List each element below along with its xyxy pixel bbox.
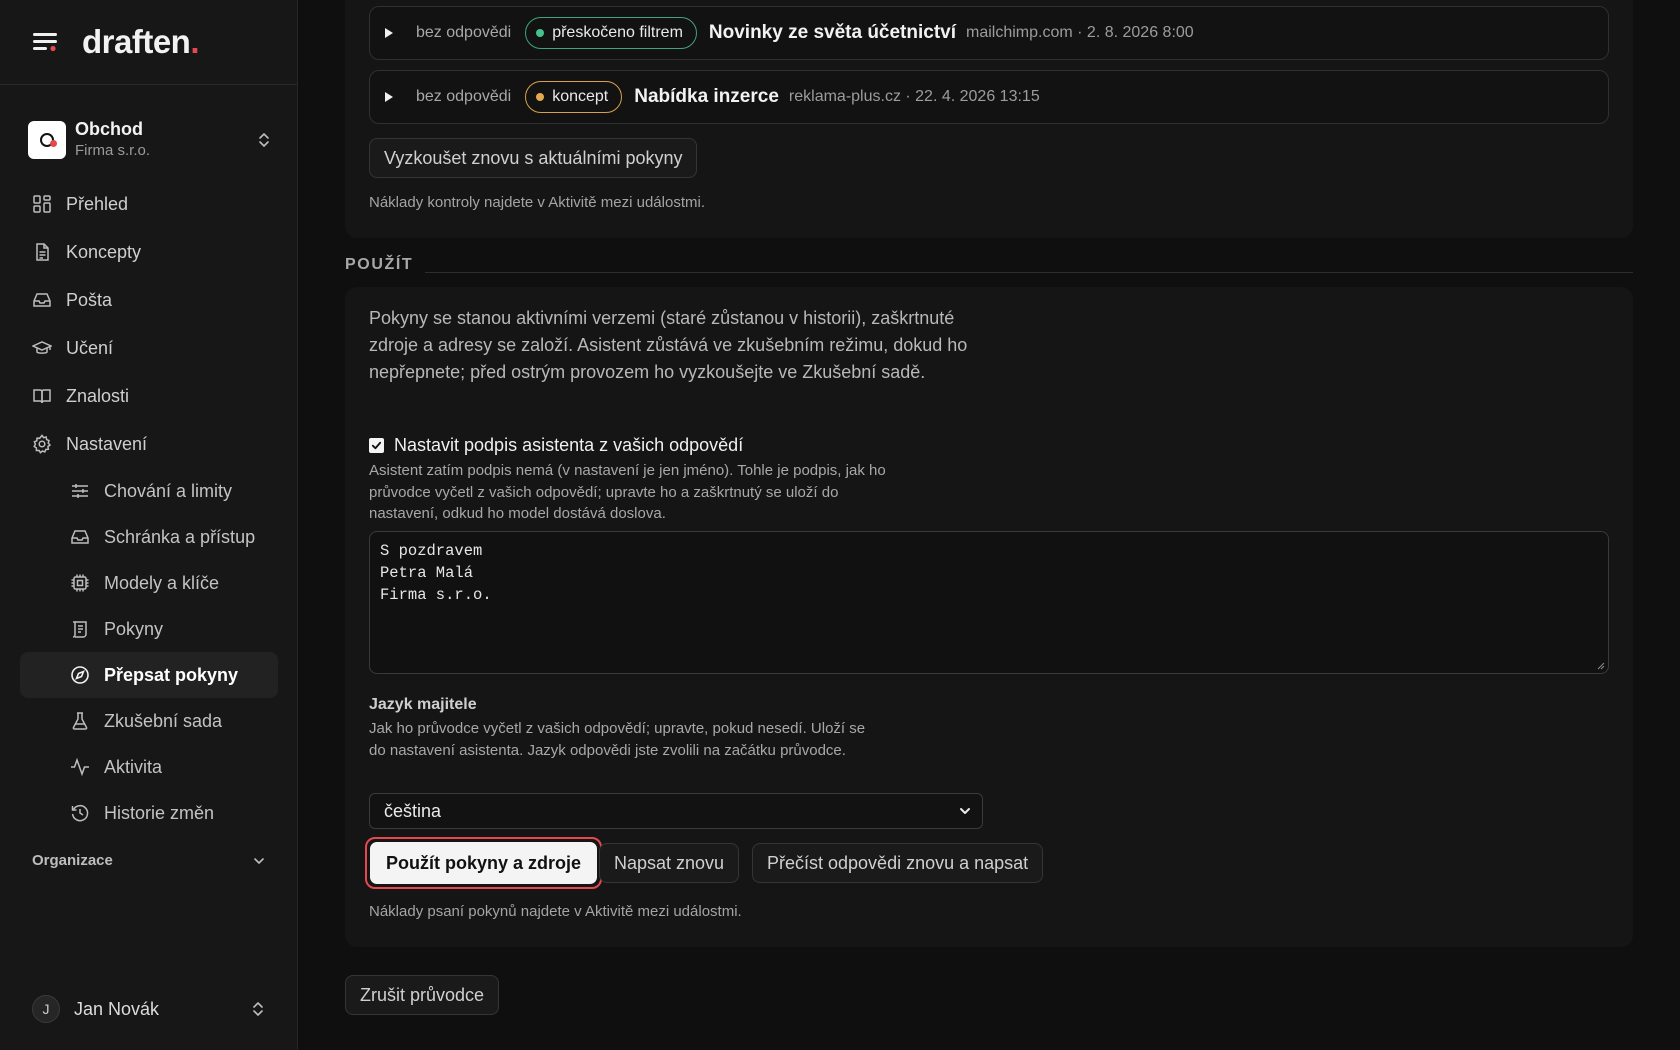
user-name: Jan Novák [74,998,160,1019]
section-divider [425,272,1633,273]
language-help: Jak ho průvodce vyčetl z vašich odpovědí… [369,720,866,759]
message-state: bez odpovědi [416,88,512,105]
nav-item-prehled[interactable]: Přehled [20,180,278,228]
organization-section-toggle[interactable]: Organizace [32,852,266,869]
status-dot-icon [536,93,545,101]
message-meta: mailchimp.com · 2. 8. 2026 8:00 [966,24,1194,41]
message-state: bez odpovědi [416,24,512,41]
avatar: J [32,995,60,1023]
flask-icon [72,712,88,730]
signature-checkbox-label: Nastavit podpis asistenta z vašich odpov… [394,435,744,455]
subnav-item-zkusebni-sada[interactable]: Zkušební sada [20,698,278,744]
signature-textarea[interactable]: S pozdravem Petra Malá Firma s.r.o. [369,531,1609,674]
subnav-item-chovani[interactable]: Chování a limity [20,468,278,514]
reread-and-write-button[interactable]: Přečíst odpovědi znovu a napsat [752,843,1044,883]
brand-header: draften. [0,0,297,85]
main-content: bez odpovědi přeskočeno filtrem Novinky … [345,0,1633,1050]
section-heading-apply: POUŽÍT [345,256,414,273]
inbox-icon [71,530,89,544]
retry-cost-note: Náklady kontroly najdete v Aktivitě mezi… [369,194,705,211]
message-meta: reklama-plus.cz · 22. 4. 2026 13:15 [788,88,1040,105]
signature-checkbox[interactable]: Nastavit podpis asistenta z vašich odpov… [369,435,743,456]
nav-item-znalosti[interactable]: Znalosti [20,372,278,420]
resize-handle-icon[interactable] [1595,660,1605,670]
chevron-down-icon [254,857,264,864]
chevron-down-icon [960,808,970,814]
sliders-icon [72,484,88,498]
inbox-icon [33,293,51,307]
language-label: Jazyk majitele [369,696,477,713]
apply-card: Pokyny se stanou aktivními verzemi (star… [345,287,1633,947]
org-name: Obchod [75,119,143,139]
menu-icon[interactable] [32,30,60,54]
message-row[interactable]: bez odpovědi přeskočeno filtrem Novinky … [369,6,1609,60]
org-switcher[interactable]: Obchod Firma s.r.o. [28,114,272,166]
message-subject: Novinky ze světa účetnictví [708,22,957,43]
history-icon [71,804,89,822]
language-select[interactable]: čeština [369,793,983,829]
graduation-cap-icon [32,341,52,354]
chip-icon [71,574,89,592]
org-avatar [28,121,66,159]
chevron-up-down-icon [253,1002,263,1016]
apply-instructions-button[interactable]: Použít pokyny a zdroje [370,842,598,884]
dashboard-icon [33,195,51,213]
nav-item-nastaveni[interactable]: Nastavení [20,420,278,468]
nav-item-koncepty[interactable]: Koncepty [20,228,278,276]
status-badge: koncept [525,81,623,113]
primary-button-focus-ring: Použít pokyny a zdroje [365,837,603,889]
gear-icon [33,434,52,454]
subnav-item-aktivita[interactable]: Aktivita [20,744,278,790]
subnav-item-schranka[interactable]: Schránka a přístup [20,514,278,560]
subnav-item-historie[interactable]: Historie změn [20,790,278,836]
org-company: Firma s.r.o. [75,142,151,159]
status-badge: přeskočeno filtrem [525,17,697,49]
subnav-item-modely[interactable]: Modely a klíče [20,560,278,606]
user-menu[interactable]: J Jan Novák [32,994,266,1024]
message-subject: Nabídka inzerce [634,86,779,107]
nav-item-uceni[interactable]: Učení [20,324,278,372]
status-dot-icon [536,29,545,37]
cancel-wizard-button[interactable]: Zrušit průvodce [345,975,500,1015]
apply-description: Pokyny se stanou aktivními verzemi (star… [369,308,968,382]
document-icon [36,243,49,261]
nav-item-posta[interactable]: Pošta [20,276,278,324]
retry-button[interactable]: Vyzkoušet znovu s aktuálními pokyny [369,138,698,178]
rewrite-button[interactable]: Napsat znovu [599,843,740,883]
message-row[interactable]: bez odpovědi koncept Nabídka inzerce rek… [369,70,1609,124]
main-nav: Přehled Koncepty Pošta Učení Znalosti Na… [20,180,278,836]
expand-triangle-icon[interactable] [384,27,394,39]
checkbox-checked-icon[interactable] [369,438,384,453]
activity-icon [71,757,89,777]
chevron-up-down-icon [259,133,269,147]
test-results-card: bez odpovědi přeskočeno filtrem Novinky … [345,0,1633,238]
signature-help: Asistent zatím podpis nemá (v nastavení … [369,462,886,522]
subnav-item-prepsat-pokyny[interactable]: Přepsat pokyny [20,652,278,698]
subnav-item-pokyny[interactable]: Pokyny [20,606,278,652]
compass-icon [71,666,89,684]
logo[interactable]: draften. [82,23,199,61]
expand-triangle-icon[interactable] [384,91,394,103]
sidebar: draften. Obchod Firma s.r.o. Přehled Kon… [0,0,298,1050]
writing-cost-note: Náklady psaní pokynů najdete v Aktivitě … [369,903,742,920]
book-icon [33,389,51,404]
scroll-icon [72,621,87,638]
